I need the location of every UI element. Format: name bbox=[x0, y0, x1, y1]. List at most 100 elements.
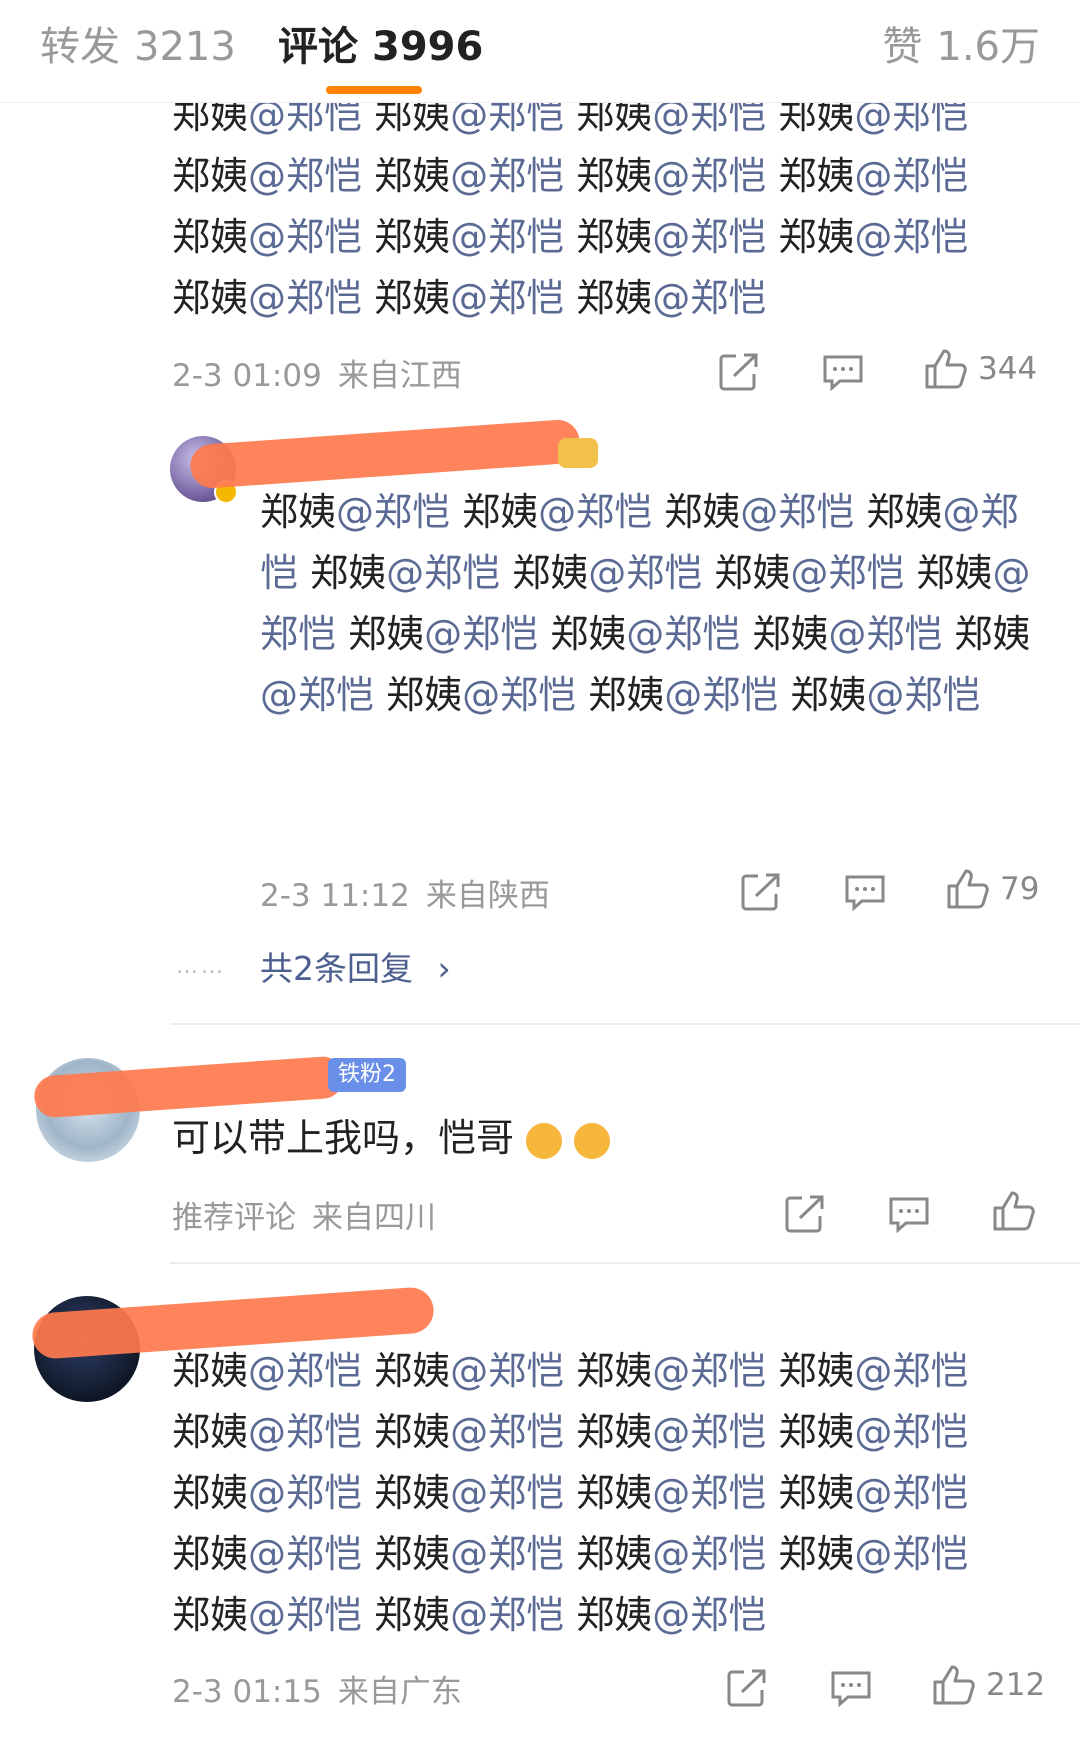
reply-like-button[interactable]: 79 bbox=[946, 868, 1039, 910]
mention-link[interactable]: @郑恺 bbox=[248, 1471, 362, 1515]
comment-3-meta: 推荐评论 来自四川 bbox=[172, 1192, 452, 1242]
name-text: 郑姨 bbox=[172, 1471, 249, 1515]
mention-link[interactable]: @郑恺 bbox=[248, 1593, 362, 1637]
mention-link[interactable]: @郑恺 bbox=[652, 1349, 766, 1393]
cry-emoji-icon bbox=[574, 1122, 611, 1159]
name-text: 郑姨 bbox=[778, 1349, 855, 1393]
mention-link[interactable]: @郑恺 bbox=[450, 154, 564, 198]
mention-link[interactable]: @郑恺 bbox=[854, 1349, 968, 1393]
tab-comment-count: 3996 bbox=[372, 24, 484, 70]
tab-repost[interactable]: 转发 3213 bbox=[40, 14, 236, 72]
reply-reply-button[interactable] bbox=[844, 874, 886, 912]
reply-like-count: 79 bbox=[1000, 871, 1040, 907]
comment-4-reply-button[interactable] bbox=[830, 1670, 872, 1708]
mention-link[interactable]: @郑恺 bbox=[652, 154, 766, 198]
name-text: 郑姨 bbox=[854, 490, 943, 534]
name-text: 郑姨 bbox=[652, 490, 741, 534]
comment-3-share-button[interactable] bbox=[784, 1194, 826, 1234]
name-text: 郑姨 bbox=[778, 154, 855, 198]
mention-link[interactable]: @郑恺 bbox=[336, 490, 450, 534]
mention-link[interactable]: @郑恺 bbox=[652, 1471, 766, 1515]
mention-link[interactable]: @郑恺 bbox=[248, 276, 362, 320]
comment-4-body: 郑姨@郑恺 郑姨@郑恺 郑姨@郑恺 郑姨@郑恺 郑姨@郑恺 郑姨@郑恺 郑姨@郑恺… bbox=[172, 1341, 968, 1646]
mention-link[interactable]: @郑恺 bbox=[248, 1349, 362, 1393]
name-text: 郑姨 bbox=[942, 612, 1031, 656]
name-text: 郑姨 bbox=[336, 612, 425, 656]
divider bbox=[170, 1262, 1080, 1264]
mention-link[interactable]: @郑恺 bbox=[588, 551, 702, 595]
reply-location: 来自陕西 bbox=[425, 878, 550, 914]
name-text: 郑姨 bbox=[538, 612, 627, 656]
mention-link[interactable]: @郑恺 bbox=[652, 276, 766, 320]
mention-link[interactable]: @郑恺 bbox=[866, 673, 980, 717]
comment-1-location: 来自江西 bbox=[337, 358, 462, 394]
comment-4-meta: 2-3 01:15 来自广东 bbox=[172, 1666, 478, 1716]
mention-link[interactable]: @郑恺 bbox=[386, 551, 500, 595]
comment-4-like-button[interactable]: 212 bbox=[932, 1664, 1045, 1706]
name-text: 郑姨 bbox=[702, 551, 791, 595]
mention-link[interactable]: @郑恺 bbox=[538, 490, 652, 534]
mention-link[interactable]: @郑恺 bbox=[652, 1532, 766, 1576]
mention-link[interactable]: @郑恺 bbox=[652, 215, 766, 259]
mention-link[interactable]: @郑恺 bbox=[462, 673, 576, 717]
share-icon bbox=[740, 872, 782, 912]
comment-4-location: 来自广东 bbox=[337, 1674, 462, 1710]
comment-3-text: 可以带上我吗，恺哥 bbox=[172, 1116, 515, 1160]
comment-3-reply-button[interactable] bbox=[888, 1196, 930, 1234]
mention-link[interactable]: @郑恺 bbox=[828, 612, 942, 656]
comment-icon bbox=[844, 874, 886, 912]
comment-1-time: 2-3 01:09 bbox=[172, 358, 322, 394]
name-text: 郑姨 bbox=[374, 673, 463, 717]
mention-link[interactable]: @郑恺 bbox=[854, 154, 968, 198]
reply-share-button[interactable] bbox=[740, 872, 782, 912]
mention-link[interactable]: @郑恺 bbox=[260, 673, 374, 717]
comment-4-share-button[interactable] bbox=[726, 1668, 768, 1708]
mention-link[interactable]: @郑恺 bbox=[450, 1410, 564, 1454]
name-text: 郑姨 bbox=[298, 551, 387, 595]
mention-link[interactable]: @郑恺 bbox=[652, 1410, 766, 1454]
mention-link[interactable]: @郑恺 bbox=[664, 673, 778, 717]
mention-link[interactable]: @郑恺 bbox=[450, 1593, 564, 1637]
comment-3-like-button[interactable] bbox=[992, 1190, 1036, 1232]
mention-link[interactable]: @郑恺 bbox=[248, 1410, 362, 1454]
mention-link[interactable]: @郑恺 bbox=[740, 490, 854, 534]
mention-link[interactable]: @郑恺 bbox=[248, 1532, 362, 1576]
comment-1-reply-button[interactable] bbox=[822, 354, 864, 392]
thumbs-up-icon bbox=[992, 1190, 1036, 1232]
mention-link[interactable]: @郑恺 bbox=[854, 1471, 968, 1515]
share-icon bbox=[718, 352, 760, 392]
chevron-right-icon: › bbox=[437, 949, 451, 988]
name-text: 郑姨 bbox=[172, 1532, 249, 1576]
thumbs-up-icon bbox=[924, 348, 968, 390]
thumbs-up-icon bbox=[932, 1664, 976, 1706]
mention-link[interactable]: @郑恺 bbox=[450, 276, 564, 320]
mention-link[interactable]: @郑恺 bbox=[790, 551, 904, 595]
mention-link[interactable]: @郑恺 bbox=[450, 215, 564, 259]
tab-like[interactable]: 赞 1.6万 bbox=[882, 14, 1040, 72]
comment-1-share-button[interactable] bbox=[718, 352, 760, 392]
tab-comment[interactable]: 评论 3996 bbox=[278, 14, 483, 72]
comment-1-like-button[interactable]: 344 bbox=[924, 348, 1037, 390]
mention-link[interactable]: @郑恺 bbox=[424, 612, 538, 656]
mention-link[interactable]: @郑恺 bbox=[626, 612, 740, 656]
mention-link[interactable]: @郑恺 bbox=[450, 1532, 564, 1576]
mention-link[interactable]: @郑恺 bbox=[652, 1593, 766, 1637]
name-text: 郑姨 bbox=[576, 1532, 653, 1576]
mention-link[interactable]: @郑恺 bbox=[854, 1410, 968, 1454]
mention-link[interactable]: @郑恺 bbox=[450, 1471, 564, 1515]
more-replies-link[interactable]: 共2条回复 › bbox=[260, 942, 451, 990]
comment-1-line: 郑姨@郑恺 郑姨@郑恺 郑姨@郑恺 郑姨@郑恺 bbox=[172, 207, 968, 268]
comment-3-tag: 推荐评论 bbox=[172, 1200, 296, 1236]
mention-link[interactable]: @郑恺 bbox=[248, 154, 362, 198]
mention-link[interactable]: @郑恺 bbox=[248, 215, 362, 259]
mention-link[interactable]: @郑恺 bbox=[854, 215, 968, 259]
mention-link[interactable]: @郑恺 bbox=[450, 1349, 564, 1393]
mention-link[interactable]: @郑恺 bbox=[854, 1532, 968, 1576]
name-text: 郑姨 bbox=[576, 276, 653, 320]
tab-like-label: 赞 bbox=[882, 24, 923, 70]
tab-repost-label: 转发 bbox=[40, 24, 120, 70]
reply-time: 2-3 11:12 bbox=[260, 878, 410, 914]
comment-1-line: 郑姨@郑恺 郑姨@郑恺 郑姨@郑恺 bbox=[172, 268, 968, 329]
comment-4-line: 郑姨@郑恺 郑姨@郑恺 郑姨@郑恺 郑姨@郑恺 bbox=[172, 1524, 968, 1585]
reply-text: 郑姨@郑恺 郑姨@郑恺 郑姨@郑恺 郑姨@郑恺 郑姨@郑恺 郑姨@郑恺 郑姨@郑… bbox=[260, 490, 1030, 717]
